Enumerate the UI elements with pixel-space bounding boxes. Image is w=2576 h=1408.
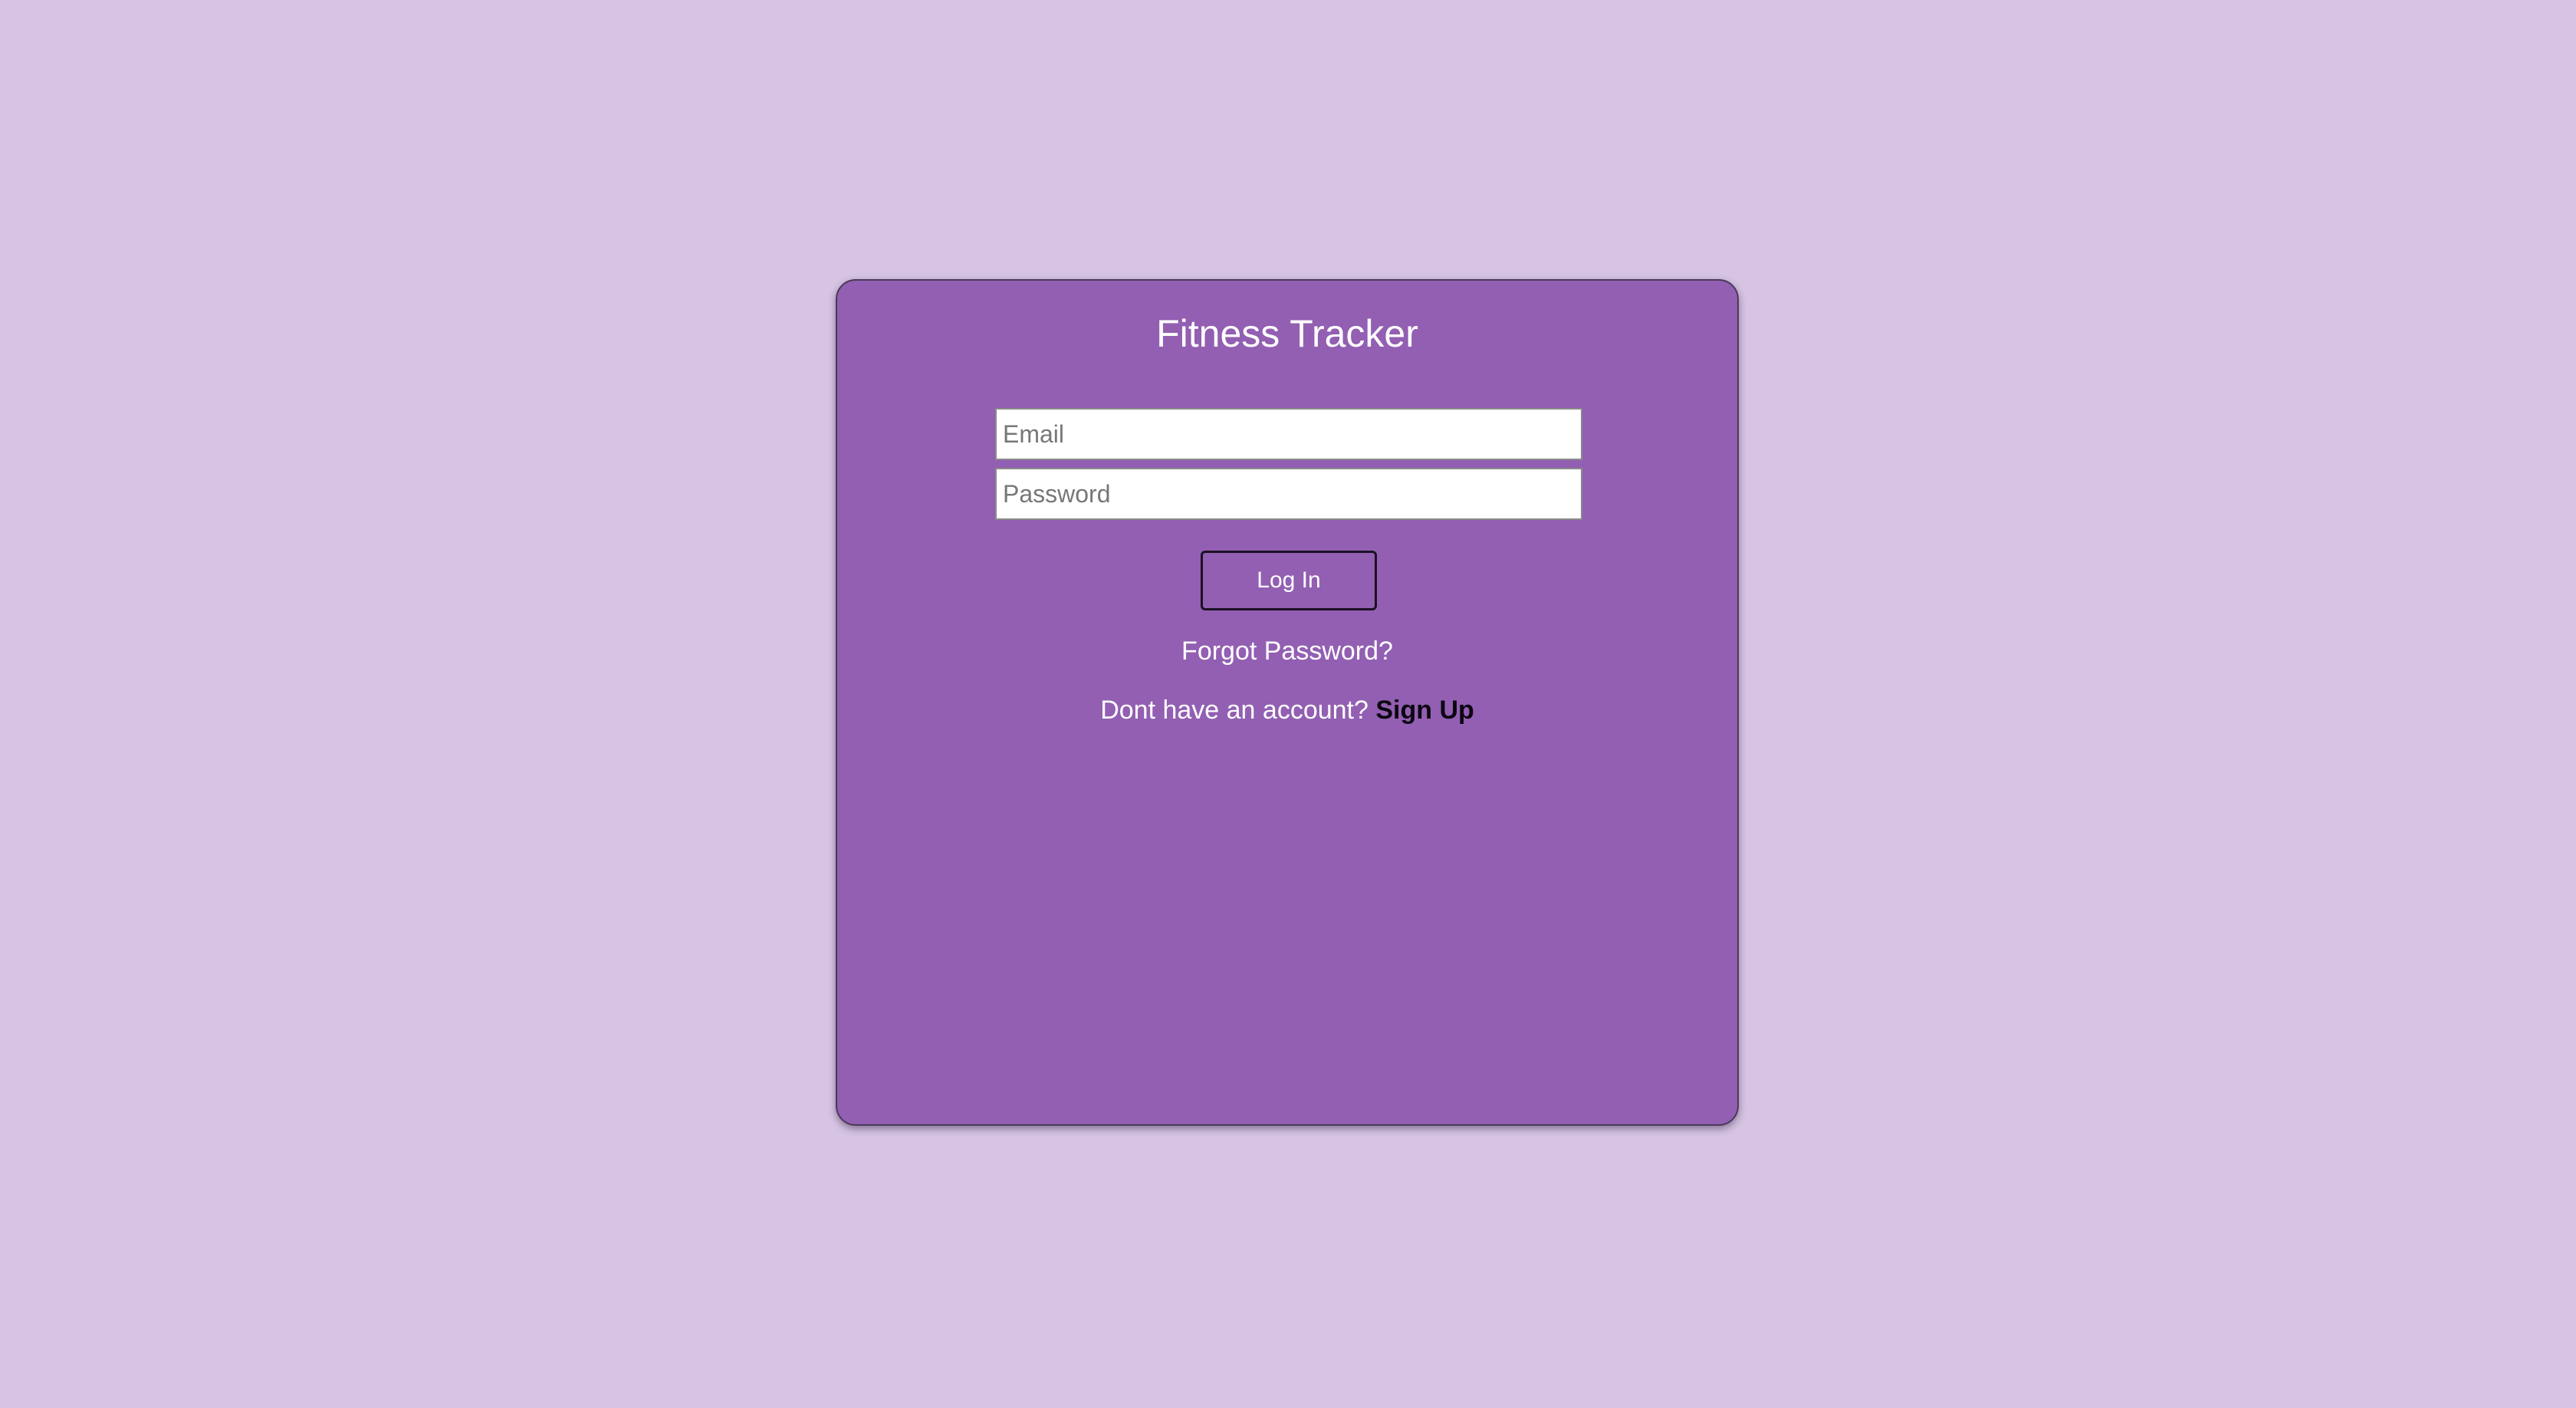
app-title: Fitness Tracker <box>1156 312 1418 355</box>
sign-up-link[interactable]: Sign Up <box>1375 696 1474 725</box>
login-button[interactable]: Log In <box>1201 551 1377 610</box>
signup-prompt: Dont have an account? Sign Up <box>837 697 1737 723</box>
email-input[interactable] <box>995 408 1582 460</box>
no-account-text: Dont have an account? <box>1100 696 1376 725</box>
forgot-password-link[interactable]: Forgot Password? <box>837 638 1737 664</box>
password-input[interactable] <box>995 468 1582 520</box>
login-card: Fitness Tracker Log In Forgot Password? … <box>836 279 1739 1126</box>
